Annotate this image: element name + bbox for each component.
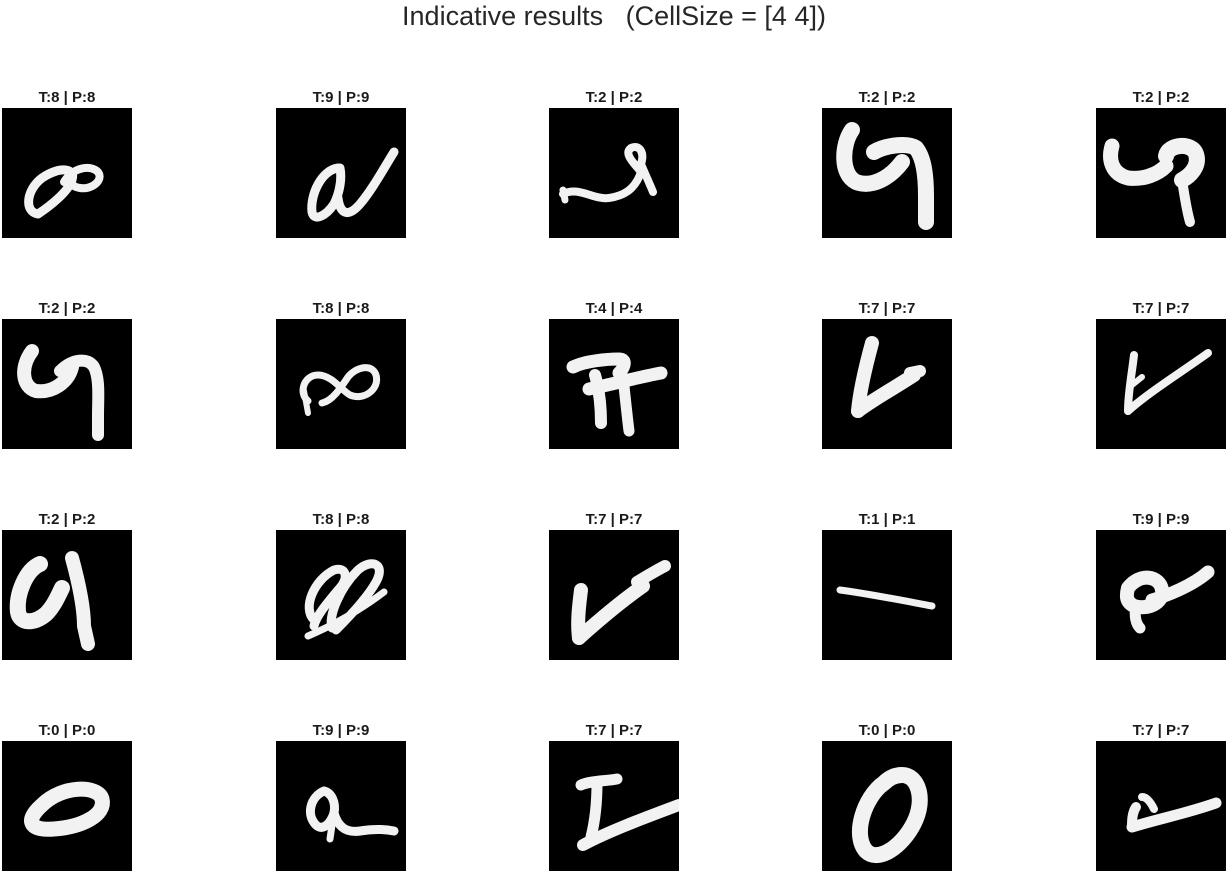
panel-caption: T:8 | P:8 <box>312 300 370 317</box>
handwritten-digit-image <box>1096 108 1226 238</box>
panel-caption: T:0 | P:0 <box>38 722 96 739</box>
handwritten-digit-image <box>822 319 952 449</box>
panel-caption: T:7 | P:7 <box>1132 722 1190 739</box>
panel-caption: T:8 | P:8 <box>38 89 96 106</box>
digit-stroke <box>904 365 926 379</box>
panel-caption: T:9 | P:9 <box>312 722 370 739</box>
handwritten-digit-image <box>822 741 952 871</box>
digit-stroke <box>559 186 569 204</box>
digit-stroke <box>326 821 336 843</box>
panel-caption: T:2 | P:2 <box>858 89 916 106</box>
panel-caption: T:9 | P:9 <box>312 89 370 106</box>
panel-caption: T:8 | P:8 <box>312 511 370 528</box>
digit-stroke <box>617 371 635 437</box>
panel-caption: T:2 | P:2 <box>585 89 643 106</box>
panel-caption: T:7 | P:7 <box>585 722 643 739</box>
panel-caption: T:7 | P:7 <box>858 300 916 317</box>
panel-caption: T:7 | P:7 <box>1132 300 1190 317</box>
handwritten-digit-image <box>2 741 132 871</box>
figure-title: Indicative results (CellSize = [4 4]) <box>402 1 826 31</box>
handwritten-digit-image <box>276 108 406 238</box>
handwritten-digit-image <box>822 108 952 238</box>
panel-caption: T:2 | P:2 <box>38 511 96 528</box>
handwritten-digit-image <box>276 530 406 660</box>
handwritten-digit-image <box>276 741 406 871</box>
panel-caption: T:9 | P:9 <box>1132 511 1190 528</box>
panel-caption: T:2 | P:2 <box>1132 89 1190 106</box>
handwritten-digit-image <box>1096 319 1226 449</box>
digit-stroke <box>1129 600 1146 634</box>
digit-stroke <box>301 388 311 416</box>
handwritten-digit-image <box>2 530 132 660</box>
panel-caption: T:0 | P:0 <box>858 722 916 739</box>
handwritten-digit-image <box>549 319 679 449</box>
handwritten-digit-image <box>1096 741 1226 871</box>
handwritten-digit-image <box>549 530 679 660</box>
digit-stroke <box>585 777 603 843</box>
panel-caption: T:4 | P:4 <box>585 300 643 317</box>
handwritten-digit-image <box>549 108 679 238</box>
handwritten-digit-image <box>2 319 132 449</box>
handwritten-digit-image <box>1096 530 1226 660</box>
handwritten-digit-image <box>549 741 679 871</box>
handwritten-digit-image <box>276 319 406 449</box>
handwritten-digit-image <box>2 108 132 238</box>
panel-caption: T:7 | P:7 <box>585 511 643 528</box>
panel-caption: T:2 | P:2 <box>38 300 96 317</box>
handwritten-digit-image <box>822 530 952 660</box>
panel-caption: T:1 | P:1 <box>858 511 916 528</box>
